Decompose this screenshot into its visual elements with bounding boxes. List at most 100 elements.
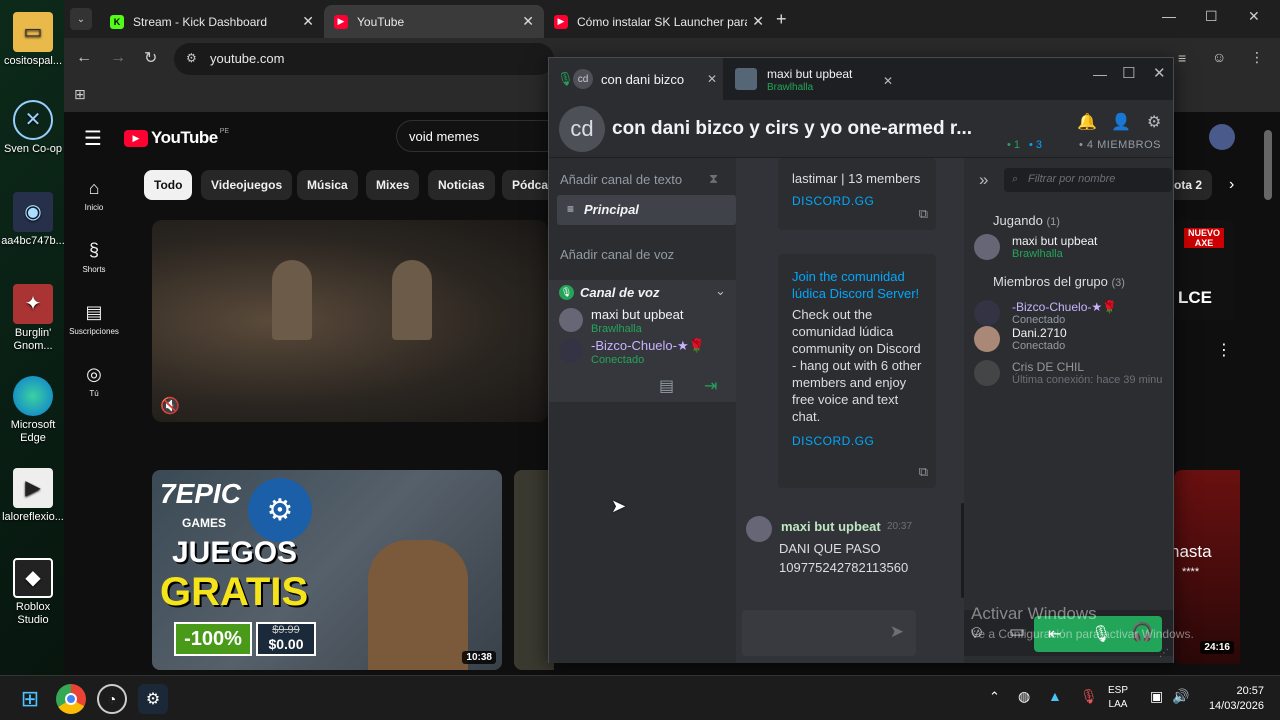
tray-app-icon[interactable]: ◍ bbox=[1018, 688, 1030, 705]
search-input[interactable]: void memes bbox=[396, 120, 556, 152]
add-voice-channel[interactable]: Añadir canal de voz bbox=[560, 247, 674, 262]
clock[interactable]: 20:57 14/03/2026 bbox=[1200, 684, 1264, 714]
desktop-icon-edge[interactable]: Microsoft Edge bbox=[0, 376, 66, 445]
voice-channel-panel[interactable]: 🎙 Canal de voz ⌄ maxi but upbeat Brawlha… bbox=[549, 280, 736, 402]
member-cris[interactable]: Cris DE CHIL Última conexión: hace 39 min… bbox=[974, 360, 1174, 388]
chevron-up-icon[interactable]: ⌃ bbox=[989, 689, 1000, 705]
copy-icon[interactable]: ⧉ bbox=[919, 205, 928, 222]
desktop-icon-aa4b[interactable]: ◉ aa4bc747b... bbox=[0, 192, 66, 248]
scrollbar[interactable] bbox=[1264, 130, 1272, 200]
chip-noticias[interactable]: Noticias bbox=[428, 170, 495, 200]
tab-sk-launcher[interactable]: ▶ Cómo instalar SK Launcher para ✕ bbox=[544, 5, 774, 38]
chip-videojuegos[interactable]: Videojuegos bbox=[201, 170, 293, 200]
steam-logo-icon: ⚙ bbox=[248, 478, 312, 542]
nav-tu[interactable]: ◎ Tú bbox=[64, 364, 124, 398]
member-dani[interactable]: Dani.2710 Conectado bbox=[974, 326, 1174, 354]
desktop-icon-burglin[interactable]: ✦ Burglin' Gnom... bbox=[0, 284, 66, 353]
chip-podcasts[interactable]: Pódcas bbox=[502, 170, 548, 200]
mute-icon[interactable]: 🔇 bbox=[160, 396, 180, 416]
resize-grip-icon[interactable]: ⋰ bbox=[1159, 648, 1169, 659]
desktop-icon-folder[interactable]: ▭ cositospal... bbox=[0, 12, 66, 68]
chat-icon[interactable]: ▤ bbox=[659, 376, 674, 396]
add-member-icon[interactable]: 👤 bbox=[1111, 112, 1131, 132]
member-bizco[interactable]: -Bizco-Chuelo-★🌹 Conectado bbox=[974, 300, 1174, 328]
input-language[interactable]: ESP LAA bbox=[1108, 684, 1128, 712]
minimize-button[interactable]: — bbox=[1162, 8, 1176, 24]
channel-principal[interactable]: ≡ Principal bbox=[557, 195, 736, 225]
windows-start-icon[interactable]: ⊞ bbox=[15, 684, 45, 714]
more-options-icon[interactable]: ⋮ bbox=[1216, 340, 1232, 360]
hamburger-icon[interactable]: ☰ bbox=[84, 126, 102, 151]
nav-inicio[interactable]: ⌂ Inicio bbox=[64, 178, 124, 212]
nav-suscripciones[interactable]: ▤ Suscripciones bbox=[64, 302, 124, 336]
folder-icon: ▭ bbox=[13, 12, 53, 52]
chrome-icon[interactable] bbox=[56, 684, 86, 714]
collapse-icon[interactable]: » bbox=[979, 170, 988, 190]
avatar[interactable] bbox=[1209, 124, 1235, 150]
chip-todo[interactable]: Todo bbox=[144, 170, 193, 200]
send-icon[interactable]: ➤ bbox=[890, 622, 904, 642]
bell-icon[interactable]: 🔔 bbox=[1077, 112, 1097, 132]
tab-kick[interactable]: K Stream - Kick Dashboard ✕ bbox=[100, 5, 324, 38]
close-tab-icon[interactable]: ✕ bbox=[522, 13, 534, 30]
tray-steam-icon[interactable]: ▲ bbox=[1048, 688, 1062, 704]
desktop-icon-roblox[interactable]: ◆ Roblox Studio bbox=[0, 558, 66, 627]
member-filter-input[interactable]: ⌕ Filtrar por nombre bbox=[1004, 168, 1172, 192]
invite-link[interactable]: DISCORD.GG bbox=[792, 193, 922, 210]
maximize-button[interactable]: ☐ bbox=[1122, 64, 1135, 82]
microphone-tray-icon[interactable]: 🎙 bbox=[1080, 688, 1098, 705]
desktop-icon-lalo[interactable]: ▶ laloreflexio... bbox=[0, 468, 66, 524]
media-icon[interactable]: ≡ bbox=[1178, 50, 1186, 66]
hero-video[interactable]: 🔇 bbox=[152, 220, 548, 422]
close-tab-icon[interactable]: ✕ bbox=[707, 72, 717, 86]
settings-icon[interactable]: ⚙ bbox=[1147, 112, 1161, 132]
maximize-button[interactable]: ☐ bbox=[1205, 8, 1218, 25]
forward-icon[interactable]: → bbox=[110, 49, 126, 67]
volume-icon[interactable]: 🔊 bbox=[1172, 688, 1189, 705]
tab-list-button[interactable]: ⌄ bbox=[70, 8, 92, 30]
profile-icon[interactable]: ☺ bbox=[1212, 49, 1226, 65]
member-maxi[interactable]: maxi but upbeat Brawlhalla bbox=[974, 234, 1174, 262]
leave-call-icon[interactable]: ⇥ bbox=[704, 376, 717, 396]
obs-icon[interactable]: ◔ bbox=[97, 684, 127, 714]
chevron-down-icon[interactable]: ⌄ bbox=[715, 283, 726, 299]
close-tab-icon[interactable]: ✕ bbox=[302, 13, 314, 30]
nav-shorts[interactable]: § Shorts bbox=[64, 240, 124, 274]
chevron-right-icon[interactable]: › bbox=[1229, 176, 1234, 194]
url-field[interactable]: ⚙ youtube.com bbox=[174, 43, 554, 75]
shorts-icon: § bbox=[88, 240, 99, 260]
menu-icon[interactable]: ⋮ bbox=[1250, 49, 1264, 66]
chip-musica[interactable]: Música bbox=[297, 170, 358, 200]
site-info-icon[interactable]: ⚙ bbox=[186, 51, 197, 65]
message-author[interactable]: maxi but upbeat bbox=[781, 519, 881, 534]
close-tab-icon[interactable]: ✕ bbox=[752, 13, 764, 30]
network-icon[interactable]: ▣ bbox=[1150, 688, 1163, 705]
avatar[interactable] bbox=[746, 516, 772, 542]
steam-icon[interactable]: ⚙ bbox=[138, 684, 168, 714]
minimize-button[interactable]: — bbox=[1093, 66, 1107, 82]
discord-tab-maxi[interactable]: maxi but upbeat Brawlhalla ✕ bbox=[733, 64, 893, 96]
new-tab-button[interactable]: + bbox=[776, 9, 787, 30]
home-icon: ⌂ bbox=[88, 178, 100, 198]
reload-icon[interactable]: ↻ bbox=[144, 48, 157, 68]
apps-icon[interactable]: ⊞ bbox=[74, 86, 86, 103]
back-icon[interactable]: ← bbox=[76, 49, 92, 67]
close-window-button[interactable]: ✕ bbox=[1153, 64, 1166, 82]
ad-thumbnail[interactable]: NUEVO AXE LCE bbox=[1174, 220, 1234, 320]
tab-youtube[interactable]: ▶ YouTube ✕ bbox=[324, 5, 544, 38]
close-window-button[interactable]: ✕ bbox=[1248, 8, 1260, 25]
youtube-logo[interactable]: ▶ YouTube PE bbox=[124, 128, 229, 148]
taskbar: ⊞ ◔ ⚙ ⌃ ◍ ▲ 🎙 ESP LAA ▣ 🔊 20:57 14/03/2026 bbox=[0, 675, 1280, 720]
discord-tab-group[interactable]: 🎙 cd con dani bizco ✕ bbox=[549, 58, 723, 100]
hourglass-icon: ⧗ bbox=[709, 171, 719, 186]
video-thumbnail-juegos-gratis[interactable]: 7EPIC GAMES ⚙ JUEGOS GRATIS -100% $9.99 … bbox=[152, 470, 502, 670]
close-tab-icon[interactable]: ✕ bbox=[883, 74, 893, 88]
message-input[interactable]: ➤ bbox=[742, 610, 916, 656]
desktop-icon-sven[interactable]: ✕ Sven Co-op bbox=[0, 100, 66, 156]
invite-link[interactable]: DISCORD.GG bbox=[792, 433, 922, 450]
add-text-channel[interactable]: Añadir canal de texto bbox=[560, 172, 682, 187]
kick-icon: K bbox=[110, 14, 124, 29]
chip-mixes[interactable]: Mixes bbox=[366, 170, 420, 200]
discord-members: » ⌕ Filtrar por nombre Jugando (1) maxi … bbox=[964, 158, 1173, 663]
copy-icon[interactable]: ⧉ bbox=[919, 463, 928, 480]
